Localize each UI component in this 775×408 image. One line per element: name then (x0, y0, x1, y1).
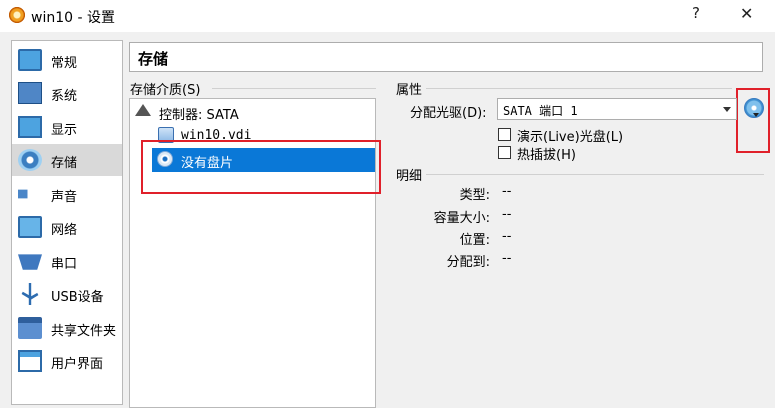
sidebar-item-system[interactable]: 系统 (12, 77, 122, 109)
optical-drive-label: 分配光驱(D): (410, 106, 487, 121)
detail-attached-value: -- (502, 251, 512, 266)
sidebar-item-label: 声音 (51, 190, 78, 205)
settings-sidebar: 常规 系统 显示 存储 声音 网络 串口 USB设备 共享文件夹 用户界面 (11, 40, 123, 405)
detail-attached-label: 分配到: (446, 255, 490, 270)
network-icon (18, 216, 42, 238)
sidebar-item-label: 存储 (51, 156, 78, 171)
sidebar-item-label: 共享文件夹 (51, 324, 117, 339)
optical-drive-select[interactable]: SATA 端口 1 (497, 98, 737, 120)
detail-location-label: 位置: (459, 233, 490, 248)
detail-size-label: 容量大小: (433, 211, 490, 226)
divider (426, 88, 732, 89)
folder-icon (18, 317, 42, 339)
sidebar-item-label: 系统 (51, 89, 78, 104)
sidebar-item-storage[interactable]: 存储 (12, 144, 122, 176)
sidebar-item-label: USB设备 (51, 290, 104, 305)
sidebar-item-serial[interactable]: 串口 (12, 245, 122, 277)
help-button[interactable]: ? (692, 4, 700, 22)
display-icon (18, 116, 42, 138)
close-button[interactable]: ✕ (740, 4, 753, 23)
user-interface-icon (18, 350, 42, 372)
live-cd-checkbox[interactable] (498, 128, 511, 141)
divider (426, 174, 764, 175)
live-cd-label: 演示(Live)光盘(L) (517, 130, 624, 145)
divider (212, 88, 376, 89)
monitor-icon (18, 49, 42, 71)
sidebar-item-audio[interactable]: 声音 (12, 178, 122, 210)
detail-size-value: -- (502, 207, 512, 222)
sidebar-item-label: 串口 (51, 257, 78, 272)
details-label: 明细 (396, 169, 423, 184)
sidebar-item-label: 显示 (51, 123, 78, 138)
controller-icon (135, 104, 151, 116)
chevron-down-icon (723, 107, 731, 112)
sidebar-item-label: 网络 (51, 223, 78, 238)
highlight-box (141, 140, 381, 194)
sidebar-item-display[interactable]: 显示 (12, 111, 122, 143)
attributes-label: 属性 (396, 83, 423, 98)
sidebar-item-user-interface[interactable]: 用户界面 (12, 345, 122, 377)
usb-icon (21, 283, 39, 305)
hotplug-label: 热插拔(H) (517, 148, 576, 163)
detail-type-value: -- (502, 184, 512, 199)
serial-port-icon (18, 254, 42, 270)
window-title: win10 - 设置 (31, 10, 115, 26)
detail-location-value: -- (502, 229, 512, 244)
detail-type-label: 类型: (459, 188, 490, 203)
storage-media-label: 存储介质(S) (130, 83, 201, 98)
sidebar-item-shared-folders[interactable]: 共享文件夹 (12, 312, 122, 344)
sidebar-item-usb[interactable]: USB设备 (12, 278, 122, 310)
hotplug-checkbox[interactable] (498, 146, 511, 159)
tree-item-label: 控制器: SATA (159, 108, 239, 123)
section-header: 存储 (129, 42, 763, 72)
sidebar-item-label: 常规 (51, 56, 78, 71)
select-value: SATA 端口 1 (503, 104, 578, 118)
dropdown-arrow-icon (753, 113, 759, 117)
chip-icon (18, 82, 42, 104)
sidebar-item-label: 用户界面 (51, 357, 104, 372)
title-bar: win10 - 设置 ? ✕ (0, 0, 775, 32)
tree-item-controller[interactable]: 控制器: SATA (130, 100, 375, 124)
storage-disk-icon (18, 149, 42, 171)
page-title: 存储 (138, 50, 169, 68)
virtualbox-app-icon (9, 7, 25, 23)
sidebar-item-network[interactable]: 网络 (12, 211, 122, 243)
speaker-icon (18, 183, 38, 205)
sidebar-item-general[interactable]: 常规 (12, 44, 122, 76)
